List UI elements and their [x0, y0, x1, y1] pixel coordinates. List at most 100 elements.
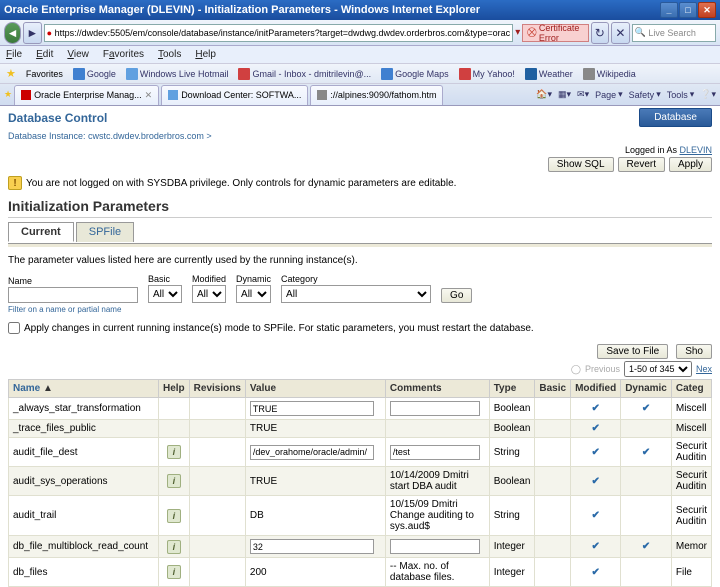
- col-name[interactable]: Name: [13, 383, 40, 394]
- comments-text: 10/15/09 Dmitri Change auditing to sys.a…: [390, 499, 474, 532]
- toolbar-help-icon[interactable]: ❔▾: [700, 89, 716, 100]
- back-button[interactable]: ◄: [4, 22, 21, 44]
- value-input[interactable]: [250, 401, 374, 416]
- menu-edit[interactable]: Edit: [36, 49, 53, 60]
- bookmark[interactable]: Weather: [525, 68, 573, 80]
- stop-button[interactable]: ✕: [611, 22, 630, 44]
- tab-current[interactable]: Current: [8, 222, 74, 242]
- page-content: Database Control Database Database Insta…: [0, 108, 720, 587]
- bookmark[interactable]: My Yahoo!: [459, 68, 515, 80]
- bookmark[interactable]: Google Maps: [381, 68, 449, 80]
- toolbar-safety[interactable]: Safety▾: [629, 89, 661, 100]
- show-sql-button[interactable]: Show SQL: [548, 157, 614, 172]
- browser-tab-active[interactable]: Oracle Enterprise Manag... ✕: [14, 85, 159, 105]
- toolbar-feeds-icon[interactable]: ▦▾: [558, 89, 571, 100]
- browser-tabbar: ★ Oracle Enterprise Manag... ✕ Download …: [0, 84, 720, 106]
- browser-search[interactable]: 🔍 Live Search: [632, 24, 716, 42]
- show-all-button[interactable]: Sho: [676, 344, 712, 359]
- filter-dynamic-select[interactable]: All: [236, 285, 271, 303]
- breadcrumb[interactable]: Database Instance: cwstc.dwdev.broderbro…: [8, 131, 712, 141]
- warning-icon: !: [8, 176, 22, 190]
- comments-text: -- Max. no. of database files.: [390, 561, 455, 583]
- help-icon[interactable]: i: [167, 445, 181, 459]
- table-row: db_file_multiblock_read_countiInteger✔✔M…: [9, 536, 712, 558]
- apply-spfile-row: Apply changes in current running instanc…: [8, 322, 712, 334]
- comments-input[interactable]: [390, 401, 480, 416]
- help-icon[interactable]: i: [167, 474, 181, 488]
- pager-next[interactable]: Nex: [696, 364, 712, 374]
- menu-help[interactable]: Help: [195, 49, 216, 60]
- help-icon[interactable]: i: [167, 565, 181, 579]
- bookmarks-bar: ★ Favorites Google Windows Live Hotmail …: [0, 64, 720, 84]
- browser-tab[interactable]: Download Center: SOFTWA...: [161, 85, 308, 105]
- bookmark[interactable]: Windows Live Hotmail: [126, 68, 229, 80]
- filter-modified-select[interactable]: All: [192, 285, 226, 303]
- param-name: audit_file_dest: [9, 438, 159, 467]
- comments-input[interactable]: [390, 539, 480, 554]
- url-text: https://dwdev:5505/em/console/database/i…: [55, 28, 511, 38]
- menu-favorites[interactable]: Favorites: [103, 49, 144, 60]
- table-row: audit_sys_operationsiTRUE10/14/2009 Dmit…: [9, 467, 712, 496]
- parameters-table: Name ▲ Help Revisions Value Comments Typ…: [8, 379, 712, 587]
- comments-input[interactable]: [390, 445, 480, 460]
- value-input[interactable]: [250, 445, 374, 460]
- go-button[interactable]: Go: [441, 288, 472, 303]
- certificate-error[interactable]: ⛒ Certificate Error: [522, 24, 588, 42]
- tab-close-icon[interactable]: ✕: [145, 90, 153, 101]
- close-button[interactable]: ✕: [698, 2, 716, 18]
- refresh-button[interactable]: ↻: [591, 22, 610, 44]
- browser-menubar: File Edit View Favorites Tools Help: [0, 46, 720, 64]
- description: The parameter values listed here are cur…: [8, 255, 712, 266]
- value-text: TRUE: [250, 423, 277, 434]
- user-link[interactable]: DLEVIN: [679, 145, 712, 155]
- tab-spfile[interactable]: SPFile: [76, 222, 134, 242]
- param-name: audit_trail: [9, 496, 159, 536]
- maximize-button[interactable]: □: [679, 2, 697, 18]
- menu-file[interactable]: File: [6, 49, 22, 60]
- app-title: Database Control: [8, 111, 107, 125]
- database-button[interactable]: Database: [639, 108, 712, 127]
- pager-prev-icon: ◯: [571, 364, 581, 375]
- filter-name-label: Name: [8, 276, 138, 286]
- forward-button[interactable]: ►: [23, 22, 42, 44]
- filter-name-input[interactable]: [8, 287, 138, 303]
- table-row: _trace_files_publicTRUEBoolean✔Miscell: [9, 420, 712, 438]
- value-text: TRUE: [250, 476, 277, 487]
- apply-button[interactable]: Apply: [669, 157, 712, 172]
- browser-tab[interactable]: ://alpines:9090/fathom.htm: [310, 85, 443, 105]
- favorites-label[interactable]: Favorites: [26, 69, 63, 79]
- url-bar[interactable]: ● https://dwdev:5505/em/console/database…: [44, 24, 514, 42]
- filter-hint: Filter on a name or partial name: [8, 305, 712, 314]
- filter-category-select[interactable]: All: [281, 285, 431, 303]
- filter-basic-select[interactable]: All: [148, 285, 182, 303]
- bookmark[interactable]: Gmail - Inbox - dmitrilevin@...: [238, 68, 371, 80]
- window-titlebar: Oracle Enterprise Manager (DLEVIN) - Ini…: [0, 0, 720, 20]
- pager-range-select[interactable]: 1-50 of 345: [624, 361, 692, 377]
- favorites-star-icon[interactable]: ★: [6, 67, 16, 80]
- bookmark[interactable]: Wikipedia: [583, 68, 636, 80]
- toolbar-page[interactable]: Page▾: [595, 89, 623, 100]
- help-icon[interactable]: i: [167, 540, 181, 554]
- table-row: _always_star_transformationBoolean✔✔Misc…: [9, 398, 712, 420]
- comments-text: 10/14/2009 Dmitri start DBA audit: [390, 470, 469, 492]
- table-row: audit_file_destiString✔✔Securit Auditin: [9, 438, 712, 467]
- toolbar-tools[interactable]: Tools▾: [667, 89, 695, 100]
- favorites-icon[interactable]: ★: [4, 89, 12, 100]
- param-name: db_file_multiblock_read_count: [9, 536, 159, 558]
- save-to-file-button[interactable]: Save to File: [597, 344, 668, 359]
- filter-row: Name Basic All Modified All Dynamic All …: [8, 274, 712, 303]
- login-status: Logged in As DLEVIN: [625, 145, 712, 155]
- menu-view[interactable]: View: [67, 49, 89, 60]
- bookmark[interactable]: Google: [73, 68, 116, 80]
- toolbar-home-icon[interactable]: 🏠▾: [536, 89, 552, 100]
- value-input[interactable]: [250, 539, 374, 554]
- section-title: Initialization Parameters: [8, 198, 712, 218]
- param-name: _always_star_transformation: [9, 398, 159, 420]
- help-icon[interactable]: i: [167, 509, 181, 523]
- table-row: audit_trailiDB10/15/09 Dmitri Change aud…: [9, 496, 712, 536]
- apply-spfile-checkbox[interactable]: [8, 322, 20, 334]
- menu-tools[interactable]: Tools: [158, 49, 181, 60]
- minimize-button[interactable]: _: [660, 2, 678, 18]
- revert-button[interactable]: Revert: [618, 157, 665, 172]
- toolbar-mail-icon[interactable]: ✉▾: [577, 89, 589, 100]
